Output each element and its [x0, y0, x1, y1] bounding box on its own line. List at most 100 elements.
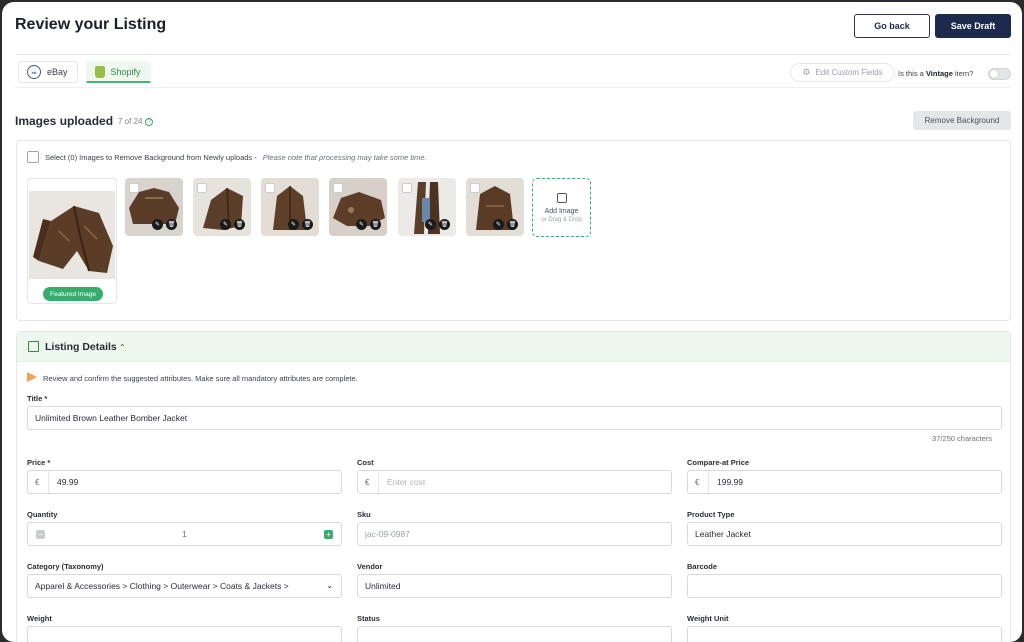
- image-select-checkbox[interactable]: [333, 183, 343, 193]
- cost-label: Cost: [357, 458, 374, 467]
- edit-icon[interactable]: ✎: [493, 219, 504, 230]
- euro-icon: €: [365, 471, 379, 493]
- images-panel: Select (0) Images to Remove Background f…: [16, 140, 1011, 321]
- cost-input[interactable]: € Enter cost: [357, 470, 672, 494]
- price-input[interactable]: € 49.99: [27, 470, 342, 494]
- images-uploaded-title: Images uploaded: [15, 114, 114, 128]
- image-select-checkbox[interactable]: [402, 183, 412, 193]
- compare-at-price-input[interactable]: € 199.99: [687, 470, 1002, 494]
- listing-details-panel: Listing Details ⌃ Review and confirm the…: [16, 331, 1011, 642]
- image-select-checkbox[interactable]: [470, 183, 480, 193]
- images-count-value: 7 of 24: [118, 117, 143, 126]
- image-thumbnail[interactable]: ✎ 🗑: [193, 178, 251, 236]
- page-header: Review your Listing Go back Save Draft: [2, 2, 1022, 52]
- vintage-prefix: Is this a: [898, 69, 924, 78]
- drag-drop-label: or Drag & Drop: [541, 216, 582, 223]
- select-images-row: Select (0) Images to Remove Background f…: [27, 151, 427, 163]
- featured-image-card[interactable]: Featured Image: [27, 178, 117, 304]
- edit-custom-fields-label: Edit Custom Fields: [815, 68, 883, 77]
- image-thumbnail[interactable]: ✎ 🗑: [398, 178, 456, 236]
- tab-ebay-label: eBay: [47, 67, 68, 77]
- app-window: Review your Listing Go back Save Draft e…: [2, 2, 1022, 642]
- featured-jacket-photo: [29, 191, 115, 279]
- vendor-value: Unlimited: [365, 581, 401, 591]
- title-char-count: 37/250 characters: [932, 434, 993, 443]
- category-value: Apparel & Accessories > Clothing > Outer…: [35, 581, 289, 591]
- sku-label: Sku: [357, 510, 371, 519]
- sku-input[interactable]: jac-09-0987: [357, 522, 672, 546]
- image-thumbnail[interactable]: ✎ 🗑: [329, 178, 387, 236]
- compare-at-price-value: 199.99: [717, 477, 743, 487]
- ebay-logo-icon: eb: [27, 65, 41, 79]
- edit-icon[interactable]: ✎: [425, 219, 436, 230]
- euro-icon: €: [35, 471, 49, 493]
- images-count: 7 of 24 ?: [118, 117, 154, 126]
- shopify-logo-icon: [94, 65, 105, 78]
- chevron-down-icon: ⌄: [326, 581, 333, 590]
- image-thumbnail[interactable]: ✎ 🗑: [466, 178, 524, 236]
- weight-input[interactable]: [27, 626, 342, 642]
- status-select[interactable]: [357, 626, 672, 642]
- trash-icon[interactable]: 🗑: [370, 219, 381, 230]
- review-notice: Review and confirm the suggested attribu…: [43, 374, 358, 383]
- header-divider: [15, 54, 1011, 55]
- tab-shopify[interactable]: Shopify: [85, 61, 151, 83]
- image-select-checkbox[interactable]: [129, 183, 139, 193]
- save-draft-button[interactable]: Save Draft: [935, 14, 1011, 38]
- title-value: Unlimited Brown Leather Bomber Jacket: [35, 413, 188, 423]
- price-label: Price *: [27, 458, 51, 467]
- barcode-input[interactable]: [687, 574, 1002, 598]
- category-label: Category (Taxonomy): [27, 562, 104, 571]
- tabs-divider: [15, 87, 1011, 88]
- image-thumbnail[interactable]: ✎ 🗑: [125, 178, 183, 236]
- vintage-question: Is this a Vintage item?: [898, 69, 973, 78]
- price-value: 49.99: [57, 477, 79, 487]
- title-input[interactable]: Unlimited Brown Leather Bomber Jacket: [27, 406, 1002, 430]
- edit-icon[interactable]: ✎: [288, 219, 299, 230]
- send-icon: [27, 372, 37, 382]
- weight-label: Weight: [27, 614, 52, 623]
- vintage-suffix: item?: [954, 69, 974, 78]
- vendor-label: Vendor: [357, 562, 383, 571]
- image-select-checkbox[interactable]: [197, 183, 207, 193]
- image-select-checkbox[interactable]: [265, 183, 275, 193]
- title-label: Title *: [27, 394, 48, 403]
- vendor-input[interactable]: Unlimited: [357, 574, 672, 598]
- image-thumbnail[interactable]: ✎ 🗑: [261, 178, 319, 236]
- trash-icon[interactable]: 🗑: [166, 219, 177, 230]
- go-back-button[interactable]: Go back: [854, 14, 930, 38]
- add-image-dropzone[interactable]: Add Image or Drag & Drop: [532, 178, 591, 237]
- select-all-checkbox[interactable]: [27, 151, 39, 163]
- edit-custom-fields-button[interactable]: ⚙ Edit Custom Fields: [790, 63, 895, 82]
- listing-details-header[interactable]: Listing Details ⌃: [17, 332, 1010, 362]
- quantity-label: Quantity: [27, 510, 58, 519]
- remove-background-button[interactable]: Remove Background: [913, 111, 1011, 130]
- select-images-text: Select (0) Images to Remove Background f…: [45, 152, 257, 162]
- vintage-bold: Vintage: [925, 69, 953, 78]
- trash-icon[interactable]: 🗑: [507, 219, 518, 230]
- tab-ebay[interactable]: eb eBay: [18, 61, 78, 83]
- trash-icon[interactable]: 🗑: [439, 219, 450, 230]
- chevron-up-icon[interactable]: ⌃: [119, 343, 126, 352]
- compare-at-price-label: Compare-at Price: [687, 458, 750, 467]
- page-title: Review your Listing: [15, 16, 167, 33]
- processing-note: Please note that processing may take som…: [262, 152, 427, 162]
- product-type-input[interactable]: Leather Jacket: [687, 522, 1002, 546]
- trash-icon[interactable]: 🗑: [234, 219, 245, 230]
- quantity-stepper[interactable]: − 1 +: [27, 522, 342, 546]
- plus-icon[interactable]: +: [324, 530, 333, 539]
- info-icon[interactable]: ?: [145, 117, 154, 126]
- weight-unit-select[interactable]: [687, 626, 1002, 642]
- edit-icon[interactable]: ✎: [356, 219, 367, 230]
- edit-icon[interactable]: ✎: [152, 219, 163, 230]
- sku-value: jac-09-0987: [365, 529, 410, 539]
- quantity-value: 1: [182, 529, 187, 539]
- category-select[interactable]: Apparel & Accessories > Clothing > Outer…: [27, 574, 342, 598]
- euro-icon: €: [695, 471, 709, 493]
- weight-unit-label: Weight Unit: [687, 614, 729, 623]
- vintage-toggle[interactable]: [988, 68, 1011, 80]
- featured-image-badge: Featured Image: [43, 287, 103, 301]
- trash-icon[interactable]: 🗑: [302, 219, 313, 230]
- tab-shopify-label: Shopify: [110, 66, 141, 77]
- edit-icon[interactable]: ✎: [220, 219, 231, 230]
